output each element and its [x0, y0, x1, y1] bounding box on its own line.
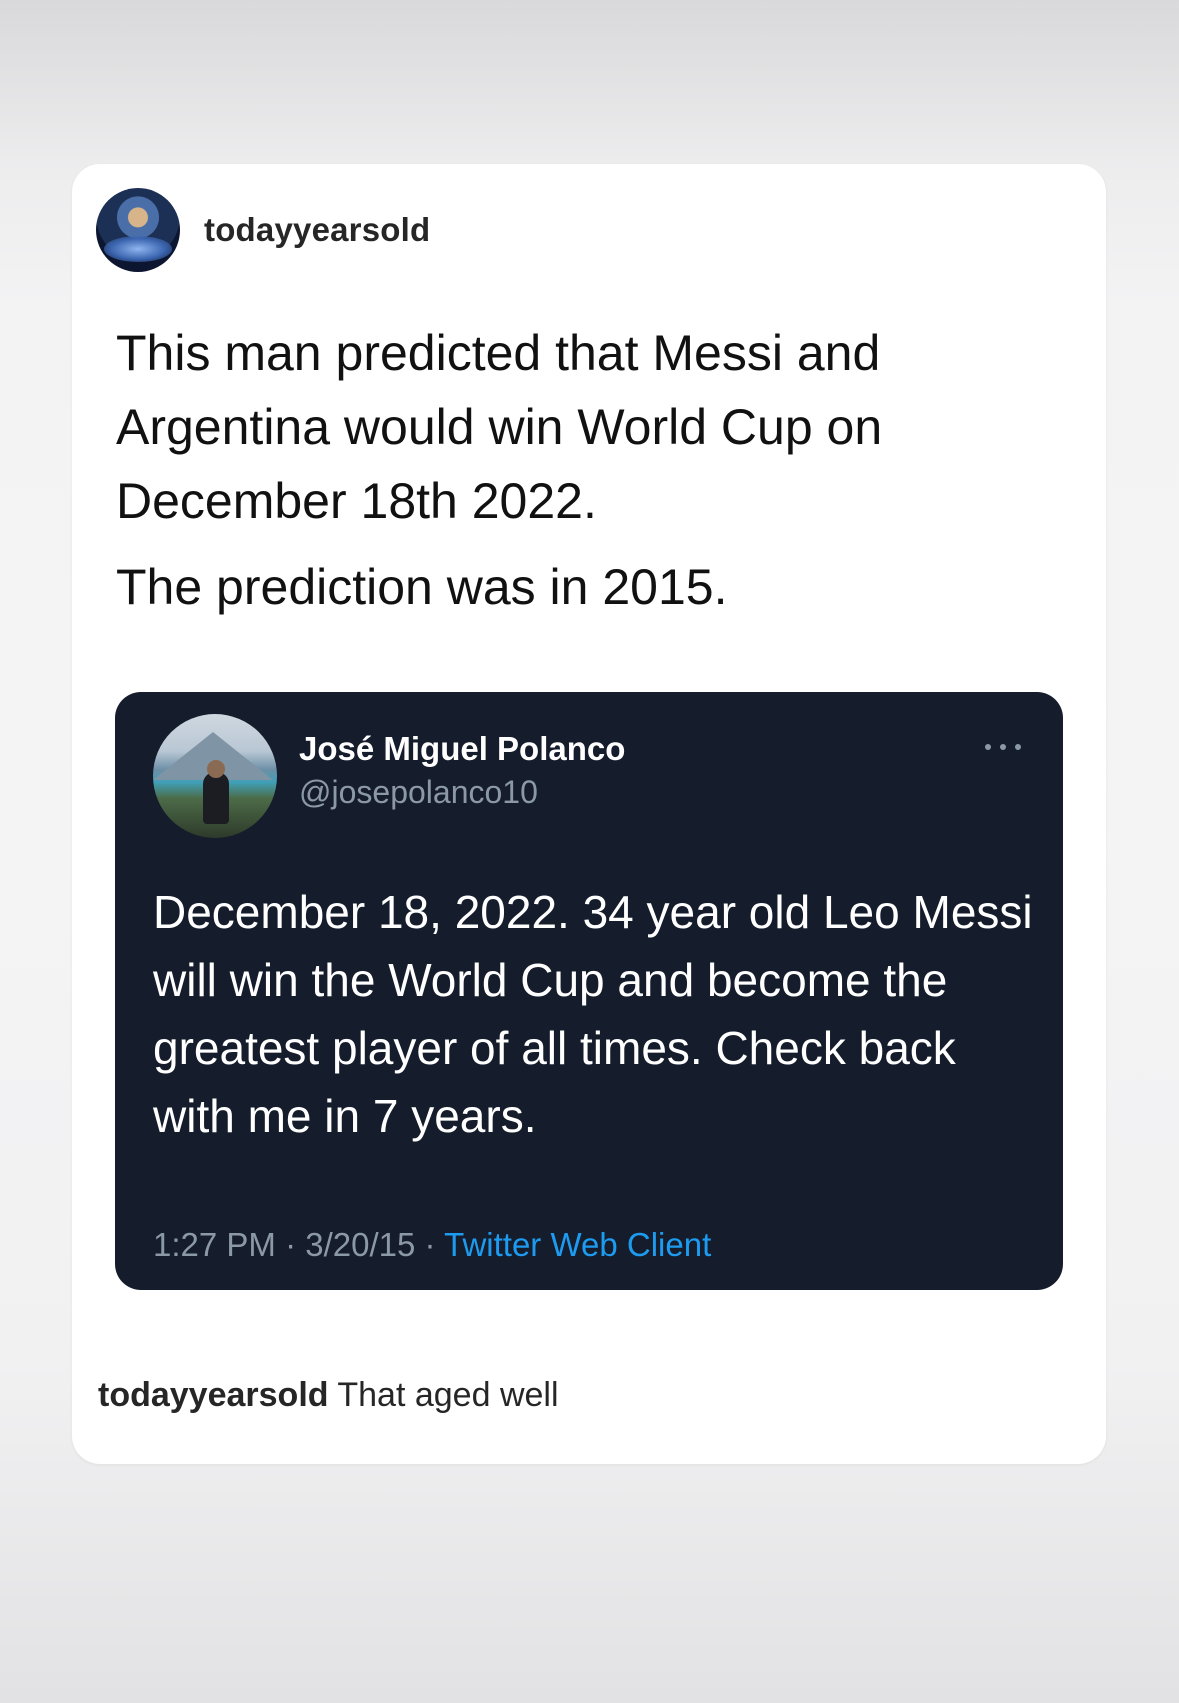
tweet-text: December 18, 2022. 34 year old Leo Messi… — [153, 886, 1033, 1142]
avatar-head — [207, 760, 225, 778]
post-caption: This man predicted that Messi and Argent… — [116, 316, 1056, 624]
tweet-time: 1:27 PM — [153, 1226, 276, 1263]
more-dot — [1000, 744, 1006, 750]
tweet-client-link[interactable]: Twitter Web Client — [444, 1226, 711, 1263]
meta-separator: · — [285, 1226, 297, 1263]
tweet-author-avatar[interactable] — [153, 714, 277, 838]
more-dot — [985, 744, 991, 750]
caption-line-1: This man predicted that Messi and Argent… — [116, 325, 883, 529]
post-username[interactable]: todayyearsold — [204, 211, 430, 249]
post-card: todayyearsold This man predicted that Me… — [72, 164, 1106, 1464]
tweet-date: 3/20/15 — [305, 1226, 416, 1263]
comment: todayyearsold That aged well — [98, 1376, 559, 1415]
more-horizontal-icon[interactable] — [985, 742, 1021, 752]
tweet-author-handle[interactable]: @josepolanco10 — [299, 774, 538, 811]
tweet-metadata: 1:27 PM · 3/20/15 · Twitter Web Client — [153, 1226, 711, 1264]
caption-line-2: The prediction was in 2015. — [116, 559, 728, 615]
user-avatar[interactable] — [96, 188, 180, 272]
more-dot — [1015, 744, 1021, 750]
avatar-person — [203, 772, 229, 824]
embedded-tweet[interactable]: José Miguel Polanco @josepolanco10 Decem… — [115, 692, 1063, 1290]
avatar-image — [104, 236, 172, 262]
comment-text: That aged well — [337, 1376, 559, 1414]
post-header: todayyearsold — [96, 188, 430, 272]
tweet-author-name[interactable]: José Miguel Polanco — [299, 730, 625, 768]
meta-separator: · — [424, 1226, 436, 1263]
comment-username[interactable]: todayyearsold — [98, 1376, 329, 1414]
